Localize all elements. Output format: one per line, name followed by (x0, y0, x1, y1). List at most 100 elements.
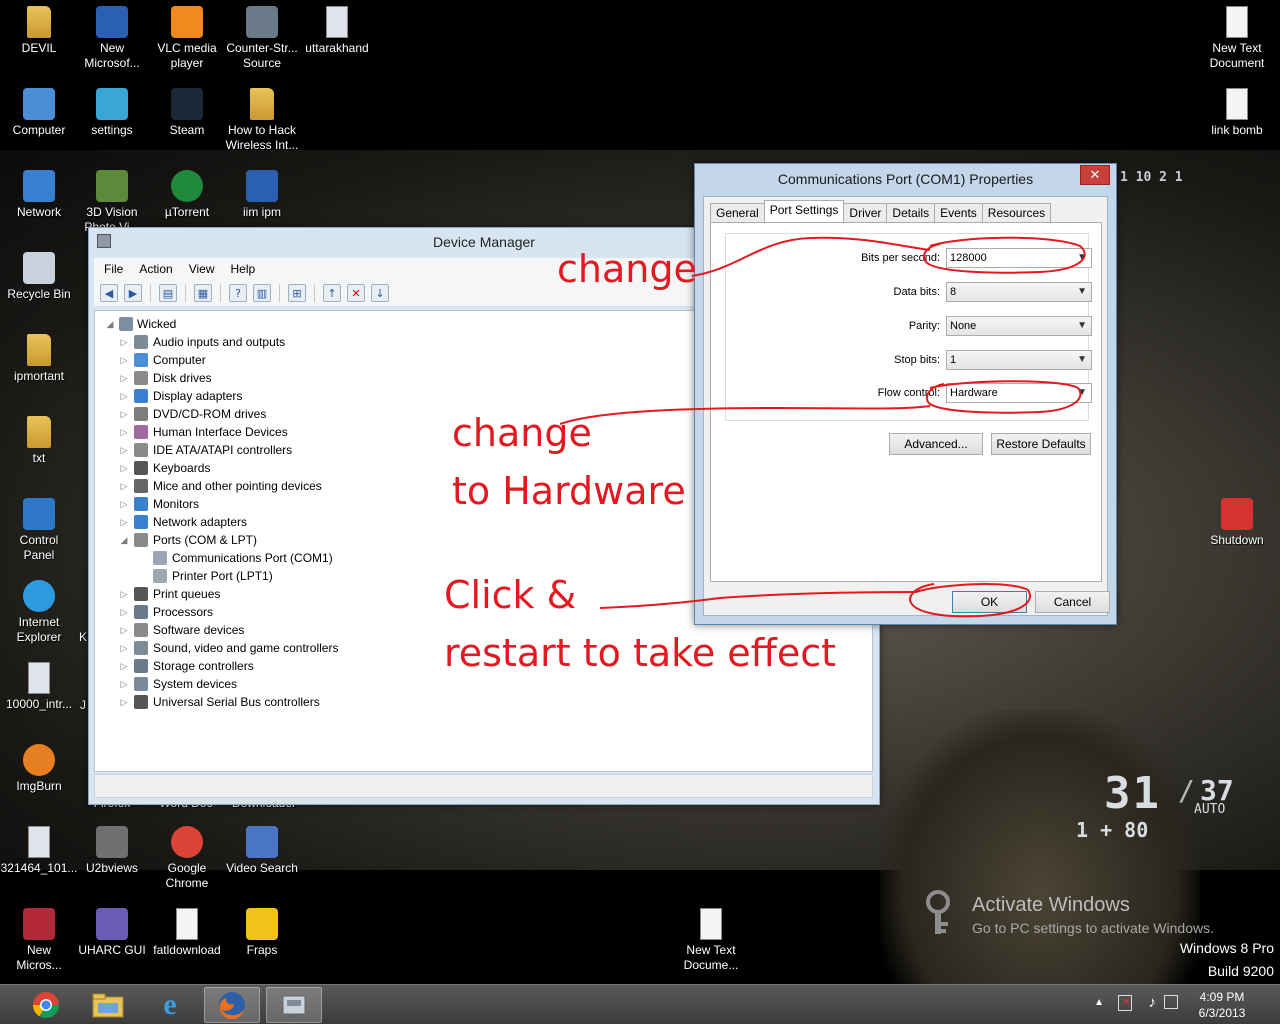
taskbar-clock[interactable]: 4:09 PM 6/3/2013 (1192, 989, 1252, 1021)
desktop-icon-uttarakhand[interactable]: uttarakhand (298, 6, 376, 56)
stop-bits-select[interactable]: 1 ▼ (946, 350, 1092, 370)
expand-arrow-icon[interactable]: ▷ (119, 513, 129, 531)
taskbar-firefox-button[interactable] (204, 987, 260, 1023)
desktop-icon-utorrent[interactable]: µTorrent (148, 170, 226, 220)
show-hide-console-tree-icon[interactable]: ▤ (159, 284, 177, 302)
desktop-icon-google-chrome[interactable]: Google Chrome (148, 826, 226, 891)
forward-arrow-icon[interactable]: ▶ (124, 284, 142, 302)
expand-arrow-icon[interactable]: ▷ (119, 405, 129, 423)
show-hide-action-pane-icon[interactable]: ▥ (253, 284, 271, 302)
expand-arrow-icon[interactable]: ▷ (119, 333, 129, 351)
desktop-icon-counter-strike[interactable]: Counter-Str... Source (223, 6, 301, 71)
network-tray-icon[interactable] (1164, 995, 1178, 1009)
desktop-icon-how-to-hack[interactable]: How to Hack Wireless Int... (223, 88, 301, 153)
uninstall-device-icon[interactable]: ✕ (347, 284, 365, 302)
properties-titlebar[interactable]: Communications Port (COM1) Properties (695, 164, 1116, 194)
tab-details[interactable]: Details (886, 203, 936, 222)
properties-title: Communications Port (COM1) Properties (777, 171, 1034, 187)
taskbar-file-explorer-button[interactable] (80, 987, 136, 1023)
expand-arrow-icon[interactable]: ▷ (119, 459, 129, 477)
expand-arrow-icon[interactable]: ▷ (119, 657, 129, 675)
menu-view[interactable]: View (189, 262, 215, 276)
help-icon[interactable]: ? (229, 284, 247, 302)
desktop-icon-recycle-bin[interactable]: Recycle Bin (0, 252, 78, 302)
expand-arrow-icon[interactable]: ▷ (119, 585, 129, 603)
desktop-icon-txt[interactable]: txt (0, 416, 78, 466)
restore-defaults-button[interactable]: Restore Defaults (991, 433, 1091, 455)
expand-arrow-icon[interactable]: ▷ (119, 441, 129, 459)
back-arrow-icon[interactable]: ◀ (100, 284, 118, 302)
menu-help[interactable]: Help (231, 262, 256, 276)
tree-item[interactable]: ▷ Universal Serial Bus controllers (105, 693, 872, 711)
desktop-icon-link-bomb[interactable]: link bomb (1198, 88, 1276, 138)
data-bits-select[interactable]: 8 ▼ (946, 282, 1092, 302)
expand-arrow-icon[interactable]: ▷ (119, 621, 129, 639)
tab-port-settings[interactable]: Port Settings (763, 200, 845, 222)
desktop-icon-uharc-gui[interactable]: UHARC GUI (73, 908, 151, 958)
desktop-icon-label: settings (91, 123, 133, 137)
disable-device-icon[interactable]: ↓ (371, 284, 389, 302)
desktop-icon-imgburn[interactable]: ImgBurn (0, 744, 78, 794)
device-manager-app-icon (97, 234, 111, 248)
advanced-button[interactable]: Advanced... (889, 433, 983, 455)
expand-arrow-icon[interactable]: ▷ (119, 639, 129, 657)
desktop-icon-shutdown[interactable]: Shutdown (1198, 498, 1276, 548)
desktop-icon-control-panel[interactable]: Control Panel (0, 498, 78, 563)
expand-arrow-icon[interactable]: ▷ (119, 351, 129, 369)
desktop-icon-fatldownload[interactable]: fatldownload (148, 908, 226, 958)
ok-button[interactable]: OK (952, 591, 1027, 613)
parity-select[interactable]: None ▼ (946, 316, 1092, 336)
flow-control-select[interactable]: Hardware ▼ (946, 383, 1092, 403)
close-button[interactable]: ✕ (1080, 165, 1110, 185)
taskbar-chrome-button[interactable] (18, 987, 74, 1023)
properties-icon[interactable]: ▦ (194, 284, 212, 302)
desktop-icon-internet-explorer[interactable]: Internet Explorer (0, 580, 78, 645)
tab-general[interactable]: General (710, 203, 765, 222)
collapse-arrow-icon[interactable]: ◢ (105, 315, 115, 333)
expand-arrow-icon[interactable]: ▷ (119, 387, 129, 405)
expand-arrow-icon[interactable]: ▷ (119, 693, 129, 711)
taskbar-internet-explorer-button[interactable]: e (142, 987, 198, 1023)
expand-arrow-icon[interactable]: ▷ (119, 423, 129, 441)
desktop-icon-devil[interactable]: DEVIL (0, 6, 78, 56)
desktop-icon-ipmortant[interactable]: ipmortant (0, 334, 78, 384)
desktop-icon-321464[interactable]: 321464_101... (0, 826, 78, 876)
collapse-arrow-icon[interactable]: ◢ (119, 531, 129, 549)
tab-resources[interactable]: Resources (981, 203, 1052, 222)
desktop-icon-computer[interactable]: Computer (0, 88, 78, 138)
desktop-icon-vlc[interactable]: VLC media player (148, 6, 226, 71)
desktop-icon-u2bviews[interactable]: U2bviews (73, 826, 151, 876)
bits-per-second-select[interactable]: 128000 ▼ (946, 248, 1092, 268)
tab-events[interactable]: Events (934, 203, 983, 222)
desktop-icon-fraps[interactable]: Fraps (223, 908, 301, 958)
show-hidden-icons-icon[interactable]: ▲ (1094, 997, 1104, 1008)
tab-driver[interactable]: Driver (843, 203, 888, 222)
desktop-icon-steam[interactable]: Steam (148, 88, 226, 138)
desktop-icon-video-search[interactable]: Video Search (223, 826, 301, 876)
desktop-icon-new-text-document-top[interactable]: New Text Document (1198, 6, 1276, 71)
desktop-icon-new-micros[interactable]: New Micros... (0, 908, 78, 973)
scan-hardware-icon[interactable]: ⊞ (288, 284, 306, 302)
expand-arrow-icon[interactable]: ▷ (119, 369, 129, 387)
device-manager-statusbar (94, 774, 873, 798)
desktop-icon-10000-intr[interactable]: 10000_intr... (0, 662, 78, 712)
desktop-icon-new-microsoft[interactable]: New Microsof... (73, 6, 151, 71)
expand-arrow-icon[interactable]: ▷ (119, 477, 129, 495)
desktop-icon-network[interactable]: Network (0, 170, 78, 220)
com1-properties-dialog[interactable]: Communications Port (COM1) Properties ✕ … (694, 163, 1117, 625)
desktop-icon-3d-vision[interactable]: 3D Vision Photo Vi... (73, 170, 151, 235)
desktop-icon-new-text-document-bottom[interactable]: New Text Docume... (672, 908, 750, 973)
desktop-icon-settings[interactable]: settings (73, 88, 151, 138)
update-driver-icon[interactable]: ↑ (323, 284, 341, 302)
expand-arrow-icon[interactable]: ▷ (119, 603, 129, 621)
menu-action[interactable]: Action (139, 262, 172, 276)
speaker-icon[interactable]: ♪ (1149, 994, 1157, 1011)
action-center-flag-icon[interactable]: ✕ (1118, 995, 1132, 1011)
cancel-button[interactable]: Cancel (1035, 591, 1110, 613)
menu-file[interactable]: File (104, 262, 123, 276)
expand-arrow-icon[interactable]: ▷ (119, 495, 129, 513)
tree-item[interactable]: ▷ System devices (105, 675, 872, 693)
desktop-icon-iim-ipm[interactable]: iim ipm (223, 170, 301, 220)
expand-arrow-icon[interactable]: ▷ (119, 675, 129, 693)
taskbar-device-manager-button[interactable] (266, 987, 322, 1023)
